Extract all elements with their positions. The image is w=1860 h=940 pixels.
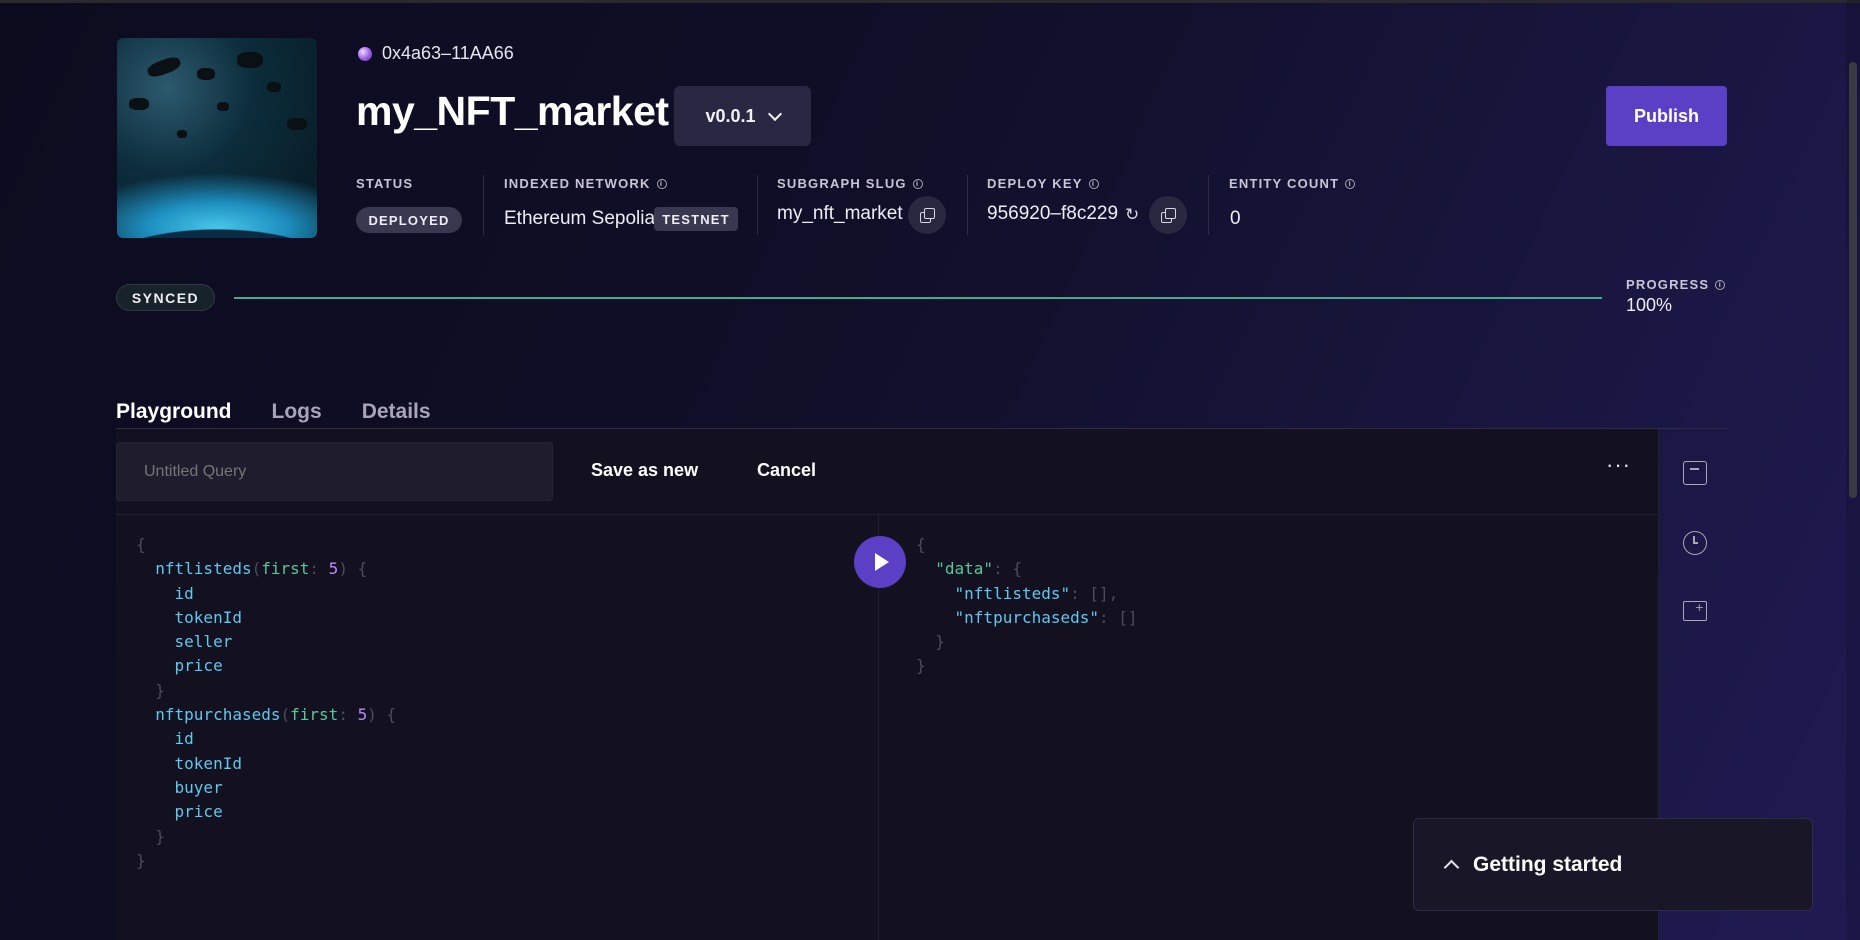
slug-value: my_nft_market: [777, 203, 903, 224]
progress-label: PROGRESS i: [1626, 277, 1726, 292]
getting-started-label: Getting started: [1473, 852, 1623, 876]
progress-value: 100%: [1626, 295, 1673, 315]
status-label-text: STATUS: [356, 176, 414, 191]
owner-address: 0x4a63–11AA66: [358, 43, 514, 64]
info-icon[interactable]: i: [656, 178, 667, 189]
archive-icon[interactable]: [1683, 461, 1707, 485]
network-label-text: INDEXED NETWORK: [504, 176, 651, 191]
playground-divider: [116, 514, 1658, 515]
folder-add-icon[interactable]: [1683, 601, 1707, 621]
address-text: 0x4a63–11AA66: [382, 43, 514, 63]
copy-icon: [1161, 208, 1176, 223]
scrollbar-thumb[interactable]: [1849, 62, 1857, 498]
info-icon[interactable]: i: [1345, 178, 1356, 189]
progress-fill: [234, 297, 1602, 299]
window-top-border: [0, 0, 1860, 3]
play-icon: [875, 553, 889, 571]
version-select[interactable]: v0.0.1: [674, 86, 811, 146]
status-label: STATUS: [356, 176, 413, 191]
progress-bar: [234, 297, 1602, 299]
cancel-button[interactable]: Cancel: [757, 460, 816, 481]
chevron-up-icon: [1443, 859, 1460, 876]
scrollbar-track[interactable]: [1846, 0, 1860, 940]
history-icon[interactable]: [1683, 531, 1707, 555]
progress-label-text: PROGRESS: [1626, 277, 1710, 292]
getting-started-panel[interactable]: Getting started: [1413, 818, 1813, 911]
meta-divider: [967, 175, 968, 235]
entity-count-label: ENTITY COUNT i: [1229, 176, 1356, 191]
copy-icon: [920, 208, 935, 223]
testnet-badge: TESTNET: [654, 207, 738, 231]
refresh-icon[interactable]: ↻: [1125, 207, 1141, 224]
entity-count-label-text: ENTITY COUNT: [1229, 176, 1340, 191]
network-label: INDEXED NETWORK i: [504, 176, 667, 191]
deploy-key-label: DEPLOY KEY i: [987, 176, 1099, 191]
meta-divider: [757, 175, 758, 235]
slug-label: SUBGRAPH SLUG i: [777, 176, 923, 191]
copy-slug-button[interactable]: [908, 196, 946, 234]
deploy-key-label-text: DEPLOY KEY: [987, 176, 1083, 191]
info-icon[interactable]: i: [1715, 279, 1726, 290]
deploy-key-value: 956920–f8c229: [987, 203, 1119, 224]
slug-label-text: SUBGRAPH SLUG: [777, 176, 907, 191]
info-icon[interactable]: i: [912, 178, 923, 189]
publish-button[interactable]: Publish: [1606, 86, 1727, 146]
entity-count-value: 0: [1230, 208, 1241, 229]
query-editor[interactable]: { nftlisteds(first: 5) { id tokenId sell…: [136, 533, 396, 873]
meta-divider: [1208, 175, 1209, 235]
more-icon[interactable]: ···: [1606, 454, 1630, 482]
subgraph-title: my_NFT_market: [356, 88, 669, 134]
status-badge: DEPLOYED: [356, 207, 462, 233]
copy-deploy-key-button[interactable]: [1149, 196, 1187, 234]
info-icon[interactable]: i: [1088, 178, 1099, 189]
version-label: v0.0.1: [705, 105, 756, 126]
query-name-input[interactable]: [116, 442, 553, 501]
gem-icon: [358, 46, 372, 61]
save-as-new-button[interactable]: Save as new: [591, 460, 698, 481]
synced-badge: SYNCED: [116, 284, 215, 311]
run-query-button[interactable]: [854, 536, 906, 588]
chevron-down-icon: [767, 106, 782, 121]
result-viewer: { "data": { "nftlisteds": [], "nftpurcha…: [916, 535, 1138, 676]
network-value: Ethereum Sepolia: [504, 208, 656, 229]
subgraph-thumbnail: [117, 38, 317, 238]
meta-divider: [483, 175, 484, 235]
